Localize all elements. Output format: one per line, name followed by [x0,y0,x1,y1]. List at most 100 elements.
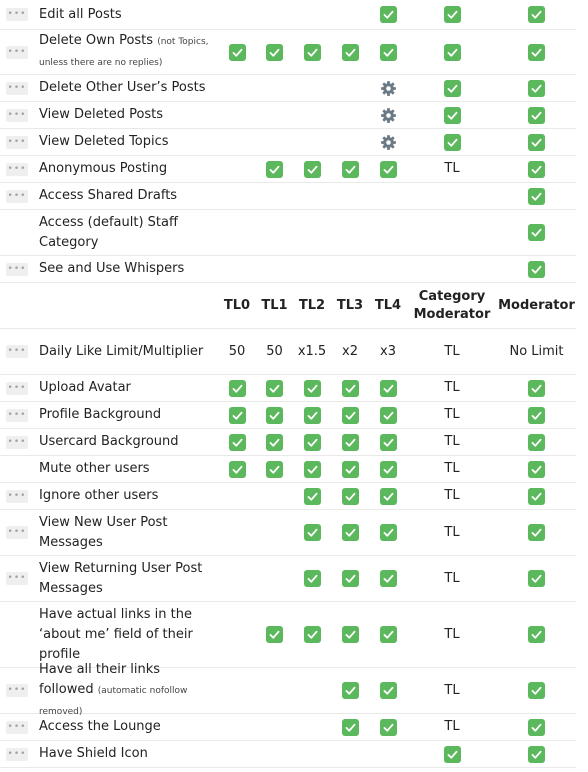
drag-handle-icon[interactable]: ••• [6,408,28,422]
cell-moderator [497,668,576,713]
checkmark-icon [303,433,321,451]
drag-handle-icon[interactable]: ••• [6,81,28,95]
table-row: ••• Usercard Background TL [0,429,576,456]
checkmark-icon [528,133,545,151]
checkmark-icon [443,43,461,61]
drag-handle-icon[interactable]: ••• [6,345,28,358]
cell-moderator [497,714,576,740]
cell-tl0 [218,129,256,155]
permission-label-wrap: Edit all Posts [39,5,122,25]
checkmark-icon [341,460,359,478]
checkmark-icon [341,682,359,699]
cell-tl0 [218,102,256,128]
cell-tl3 [331,456,369,482]
drag-handle-icon[interactable]: ••• [6,135,28,149]
cell-moderator [497,102,576,128]
header-tl0-label: TL0 [223,297,251,313]
cell-tl4 [369,429,407,455]
cell-tl3 [331,183,369,209]
checkmark-icon [266,379,283,397]
cell-tl4 [369,510,407,555]
cell-tl3 [331,556,369,601]
checkmark-icon [528,79,545,97]
cell-tl1 [256,156,293,182]
permission-label-wrap: Delete Own Posts (not Topics, unless the… [39,31,218,73]
permission-label: Access Shared Drafts [39,188,178,203]
table-row: ••• Access Shared Drafts [0,183,576,210]
cell-value: x2 [342,343,358,359]
permission-label-wrap: Ignore other users [39,486,158,506]
cell-moderator [497,556,576,601]
checkmark-icon [228,460,246,478]
permission-label-cell: View Returning User Post Messages [34,556,218,601]
header-tl2: TL2 [293,283,331,328]
cell-value: TL [444,488,460,503]
checkmark-icon [303,626,321,643]
handle-cell: ••• [0,183,34,209]
cell-value: x3 [380,343,396,359]
table-row: ••• Have Shield Icon [0,741,576,768]
cell-tl1 [256,668,293,713]
checkmark-icon [528,745,545,763]
handle-cell: ••• [0,714,34,740]
drag-handle-icon[interactable]: ••• [6,684,28,697]
drag-handle-icon[interactable]: ••• [6,435,28,449]
checkmark-icon [379,682,397,699]
cell-moderator [497,429,576,455]
cell-tl3 [331,510,369,555]
drag-handle-icon[interactable]: ••• [6,162,28,176]
cell-tl1 [256,256,293,282]
cell-tl4 [369,0,407,29]
drag-handle-icon[interactable]: ••• [6,8,28,21]
cell-tl3 [331,256,369,282]
drag-handle-icon[interactable]: ••• [6,526,28,539]
header-tl3: TL3 [331,283,369,328]
permission-label: Daily Like Limit/Multiplier [39,343,204,359]
drag-handle-icon[interactable]: ••• [6,747,28,761]
header-category-moderator: Category Moderator [407,283,497,328]
checkmark-icon [379,406,397,424]
table-row: Mute other users TL [0,456,576,483]
cell-moderator [497,602,576,667]
cell-value: TL [444,343,460,359]
permission-label-wrap: Access (default) Staff Category [39,213,218,253]
cell-moderator [497,210,576,255]
handle-cell: ••• [0,102,34,128]
cell-tl4 [369,741,407,767]
permission-label-wrap: View Returning User Post Messages [39,559,218,599]
permission-label-cell: Usercard Background [34,429,218,455]
permission-label-cell: Upload Avatar [34,375,218,401]
cell-tl0 [218,183,256,209]
table-row: Access (default) Staff Category [0,210,576,256]
drag-handle-icon[interactable]: ••• [6,720,28,734]
drag-handle-icon[interactable]: ••• [6,572,28,585]
drag-handle-icon[interactable]: ••• [6,189,28,203]
cell-value: TL [444,626,460,642]
permission-label: Edit all Posts [39,6,122,22]
permission-label-cell: View Deleted Topics [34,129,218,155]
drag-handle-icon[interactable]: ••• [6,45,28,59]
permission-label-cell: Delete Own Posts (not Topics, unless the… [34,30,218,74]
handle-cell [0,456,34,482]
checkmark-icon [528,460,545,478]
checkmark-icon [528,406,545,424]
checkmark-icon [528,160,545,178]
drag-handle-icon[interactable]: ••• [6,262,28,276]
drag-handle-icon[interactable]: ••• [6,108,28,122]
cell-tl3 [331,714,369,740]
drag-handle-icon[interactable]: ••• [6,489,28,503]
cell-tl0 [218,256,256,282]
header-category-moderator-label: Category Moderator [413,288,491,322]
checkmark-icon [528,682,545,699]
cell-moderator [497,183,576,209]
gear-icon [380,134,397,151]
cell-tl3 [331,375,369,401]
handle-cell: ••• [0,30,34,74]
cell-tl2 [293,402,331,428]
table-row: ••• Delete Other User’s Posts [0,75,576,102]
drag-handle-icon[interactable]: ••• [6,381,28,395]
header-moderator: Moderator [497,283,576,328]
table-row: ••• Anonymous Posting TL [0,156,576,183]
cell-tl3 [331,30,369,74]
checkmark-icon [528,718,545,736]
